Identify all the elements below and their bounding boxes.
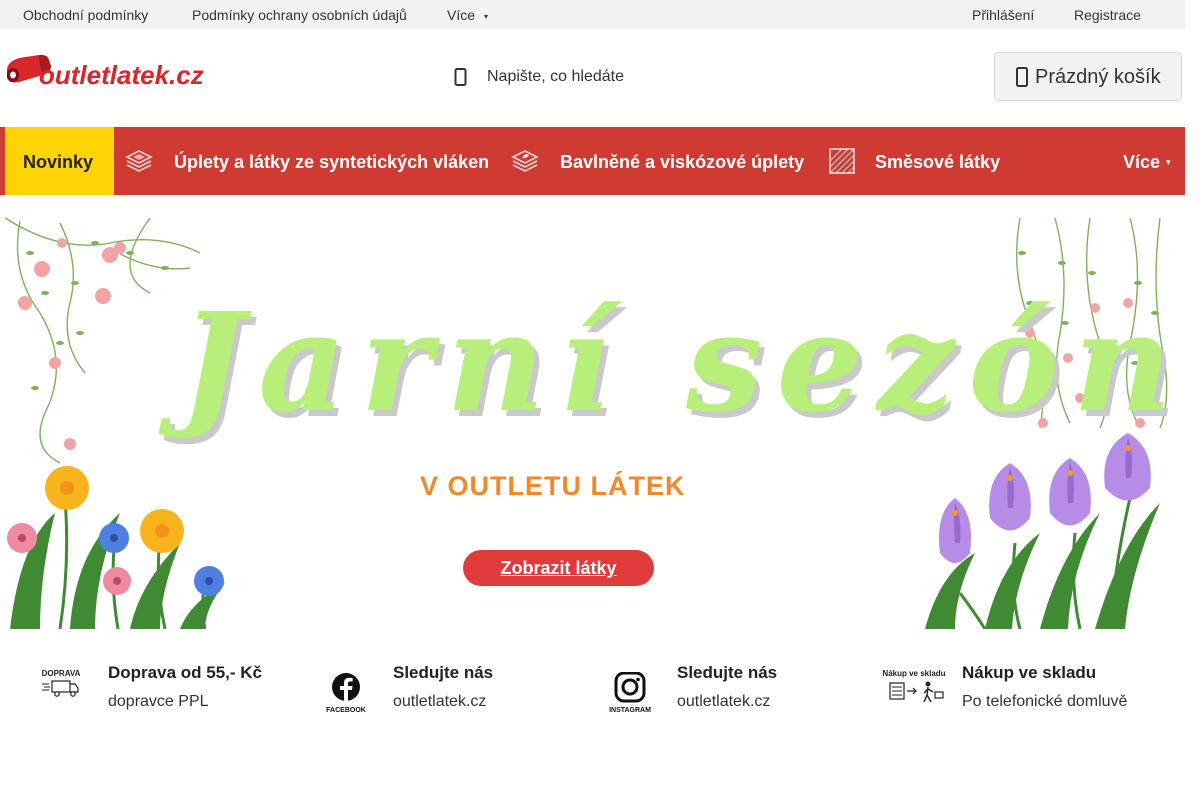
link-terms[interactable]: Obchodní podmínky: [23, 7, 148, 23]
feature-warehouse: Nákup ve skladu Nákup ve skladu Po telef…: [880, 660, 1160, 720]
facebook-icon[interactable]: FACEBOOK: [323, 672, 369, 714]
feature-shipping: DOPRAVA Doprava od 55,- Kč dopravce PPL: [40, 660, 300, 720]
search-placeholder: Napište, co hledáte: [487, 68, 624, 85]
hero-banner[interactable]: Jarní sezóna V OUTLETU LÁTEK Zobrazit lá…: [0, 213, 1185, 629]
feature-title: Sledujte nás: [393, 663, 494, 682]
chevron-down-icon: ▾: [1166, 157, 1171, 167]
topbar-more-menu[interactable]: Více ▾: [447, 7, 488, 23]
logo-image: outletlatek.cz: [7, 54, 204, 90]
nav-item-blended[interactable]: Směsové látky: [828, 127, 1008, 195]
nav-more-menu[interactable]: Více ▾: [1123, 152, 1171, 173]
feature-facebook: FACEBOOK Sledujte nás outletlatek.cz: [323, 660, 563, 720]
search-bar[interactable]: Napište, co hledáte: [448, 58, 828, 96]
chevron-down-icon: ▾: [484, 12, 489, 21]
svg-text:FACEBOOK: FACEBOOK: [326, 707, 366, 714]
fabric-stack-icon: [125, 150, 153, 172]
nav-item-synthetic[interactable]: Úplety a látky ze syntetických vláken: [124, 127, 494, 195]
feature-title: Doprava od 55,- Kč: [108, 663, 262, 682]
nav-more-label: Více: [1123, 152, 1161, 172]
facebook-link[interactable]: outletlatek.cz: [393, 693, 486, 711]
nav-item-label: Novinky: [23, 152, 94, 172]
nav-item-novinky[interactable]: Novinky: [5, 127, 114, 195]
banner-subtitle: V OUTLETU LÁTEK: [420, 471, 686, 501]
category-nav: Novinky Úplety a látky ze syntetických v…: [0, 127, 1185, 195]
nav-item-label: Směsové látky: [875, 152, 1001, 172]
instagram-link[interactable]: outletlatek.cz: [677, 693, 770, 711]
cart-button[interactable]: Prázdný košík: [994, 52, 1182, 101]
delivery-truck-icon: DOPRAVA: [42, 669, 81, 697]
instagram-icon[interactable]: INSTAGRAM: [606, 672, 654, 714]
svg-text:INSTAGRAM: INSTAGRAM: [609, 707, 651, 714]
banner-title: Jarní sezóna: [180, 283, 1185, 443]
svg-text:DOPRAVA: DOPRAVA: [42, 669, 81, 678]
feature-title: Nákup ve skladu: [962, 663, 1097, 682]
topbar-more-label: Více: [447, 7, 476, 23]
search-icon: [454, 68, 467, 86]
show-fabrics-button[interactable]: Zobrazit látky: [463, 550, 654, 586]
svg-text:Nákup ve skladu: Nákup ve skladu: [882, 669, 945, 678]
feature-title: Sledujte nás: [677, 663, 778, 682]
link-privacy[interactable]: Podmínky ochrany osobních údajů: [192, 7, 407, 23]
logo-text: outletlatek.cz: [39, 60, 204, 90]
leaf-fabric-icon: [511, 150, 539, 172]
feature-instagram: INSTAGRAM Sledujte nás outletlatek.cz: [606, 660, 846, 720]
nav-item-label: Úplety a látky ze syntetických vláken: [174, 152, 490, 172]
nav-item-cotton[interactable]: Bavlněné a viskózové úplety: [510, 127, 810, 195]
pattern-square-icon: [829, 148, 855, 174]
login-link[interactable]: Přihlášení: [972, 7, 1034, 23]
register-link[interactable]: Registrace: [1074, 7, 1141, 23]
nav-item-label: Bavlněné a viskózové úplety: [560, 152, 805, 172]
feature-subtitle: dopravce PPL: [108, 693, 209, 710]
top-bar: Obchodní podmínky Podmínky ochrany osobn…: [0, 0, 1185, 29]
warehouse-pickup-icon: Nákup ve skladu: [882, 669, 946, 703]
site-logo[interactable]: outletlatek.cz: [5, 52, 220, 92]
cart-icon: [1016, 67, 1028, 87]
feature-subtitle: Po telefonické domluvě: [962, 693, 1128, 710]
cart-label: Prázdný košík: [1035, 66, 1161, 88]
